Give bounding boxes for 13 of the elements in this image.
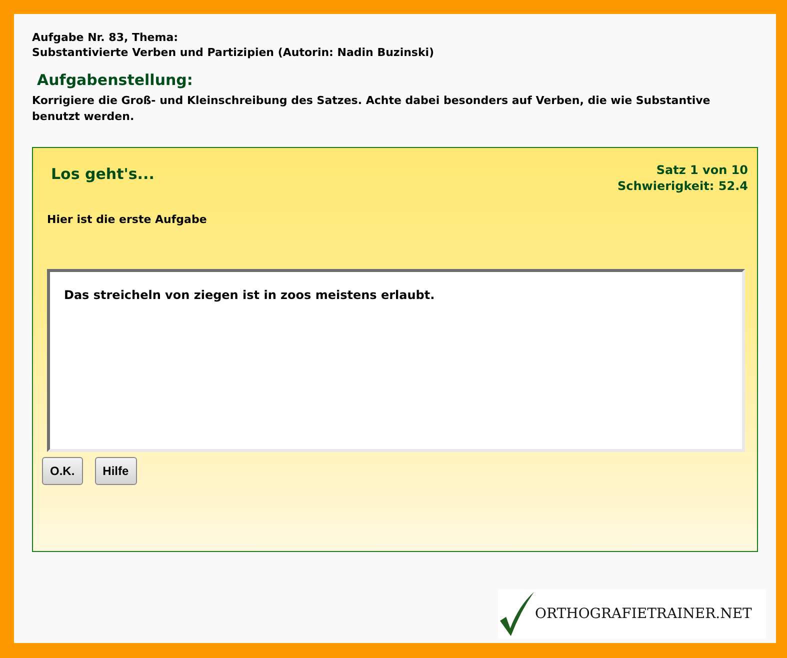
difficulty-label: Schwierigkeit: 52.4	[618, 178, 748, 194]
answer-field[interactable]: Das streicheln von ziegen ist in zoos meistens erlaubt.	[47, 269, 745, 452]
help-button[interactable]: Hilfe	[94, 457, 137, 485]
exercise-prompt: Hier ist die erste Aufgabe	[47, 213, 208, 226]
task-number: Aufgabe Nr. 83, Thema:	[32, 30, 180, 45]
instructions-heading: Aufgabenstellung:	[37, 71, 194, 89]
logo-text: ORTHOGRAFIETRAINER.NET	[535, 606, 752, 622]
instructions-text: Korrigiere die Groß- und Kleinschreibung des Satzes. Achte dabei besonders auf Verben, die wie Substantive benutzt werden.	[32, 93, 712, 125]
checkmark-icon	[500, 592, 534, 636]
ok-button[interactable]: O.K.	[42, 457, 83, 485]
exercise-title: Los geht's...	[51, 165, 154, 183]
sentence-counter: Satz 1 von 10	[655, 162, 748, 178]
topic-line: Substantivierte Verben und Partizipien (Autorin: Nadin Buzinski)	[32, 45, 436, 60]
